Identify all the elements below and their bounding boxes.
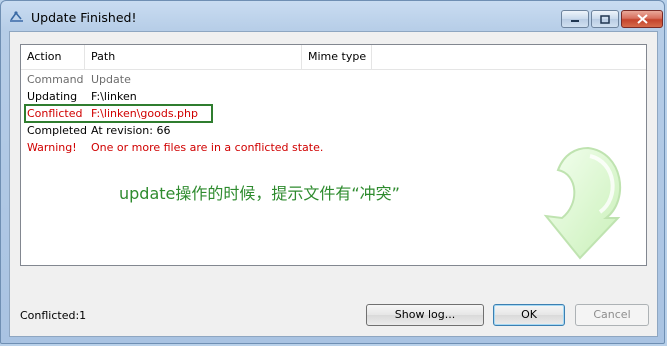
- close-button[interactable]: [621, 10, 663, 28]
- tortoise-app-icon: [10, 11, 23, 22]
- row-path: One or more files are in a conflicted st…: [91, 141, 324, 154]
- list-row[interactable]: Command Update: [21, 71, 646, 88]
- row-action: Command: [27, 73, 84, 86]
- update-results-list[interactable]: Action Path Mime type Command Update Upd…: [20, 44, 647, 266]
- maximize-icon: [600, 14, 610, 24]
- row-action: Completed: [27, 124, 87, 137]
- list-row[interactable]: Updating F:\linken: [21, 88, 646, 105]
- cancel-button[interactable]: Cancel: [575, 304, 649, 326]
- list-row[interactable]: Completed At revision: 66: [21, 122, 646, 139]
- row-path: Update: [91, 73, 131, 86]
- show-log-button[interactable]: Show log...: [366, 304, 484, 326]
- window-title: Update Finished!: [31, 10, 137, 25]
- minimize-icon: [571, 20, 579, 22]
- title-bar: Update Finished!: [1, 1, 664, 31]
- row-action: Warning!: [27, 141, 77, 154]
- annotation-note: update操作的时候，提示文件有“冲突”: [119, 184, 400, 203]
- column-header-action[interactable]: Action: [21, 45, 85, 69]
- list-header: Action Path Mime type: [21, 45, 646, 70]
- conflicted-count-status: Conflicted:1: [20, 309, 87, 322]
- ok-button[interactable]: OK: [493, 304, 565, 326]
- row-path: F:\linken: [91, 90, 137, 103]
- close-icon: [636, 14, 648, 24]
- minimize-button[interactable]: [561, 10, 589, 28]
- maximize-button[interactable]: [591, 10, 619, 28]
- conflict-highlight-box: [24, 104, 213, 123]
- column-header-mime-type[interactable]: Mime type: [302, 45, 372, 69]
- dialog-body: Action Path Mime type Command Update Upd…: [9, 31, 658, 337]
- update-arrow-icon: [543, 146, 622, 260]
- update-finished-dialog: Update Finished! Action Path Mime type C…: [0, 0, 665, 344]
- row-action: Updating: [27, 90, 78, 103]
- column-header-path[interactable]: Path: [85, 45, 302, 69]
- row-path: At revision: 66: [91, 124, 171, 137]
